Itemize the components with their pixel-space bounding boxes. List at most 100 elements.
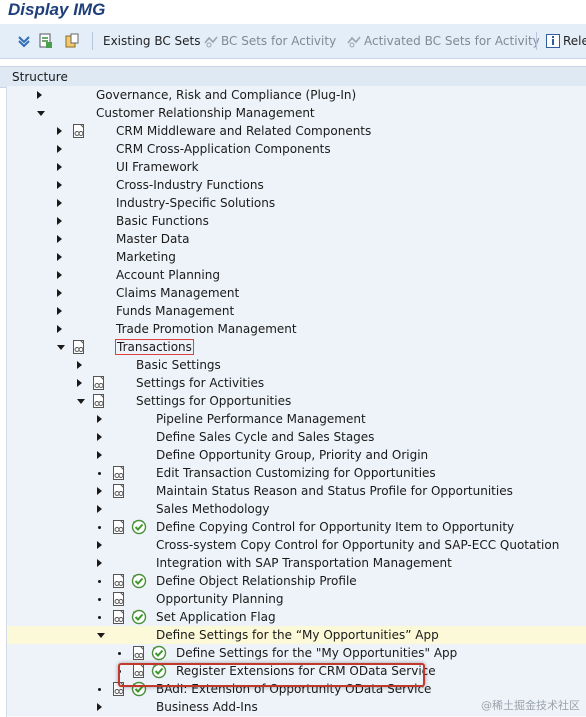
tree-node[interactable]: Marketing bbox=[7, 248, 586, 267]
tree-node[interactable]: Set Application Flag bbox=[7, 608, 586, 627]
leaf-bullet bbox=[98, 688, 101, 691]
tree-node[interactable]: Customer Relationship Management bbox=[7, 104, 586, 123]
expand-toggle[interactable] bbox=[57, 163, 62, 171]
expand-toggle[interactable] bbox=[97, 487, 102, 495]
tree-node[interactable]: Settings for Activities bbox=[7, 374, 586, 393]
tree-node[interactable]: Master Data bbox=[7, 230, 586, 249]
tree-node[interactable]: Opportunity Planning bbox=[7, 590, 586, 609]
tree-node[interactable]: Industry-Specific Solutions bbox=[7, 194, 586, 213]
expand-toggle[interactable] bbox=[97, 703, 102, 711]
leaf-bullet bbox=[98, 472, 101, 475]
tree-node[interactable]: CRM Middleware and Related Components bbox=[7, 122, 586, 141]
bc-sets-for-activity-button[interactable]: BC Sets for Activity bbox=[203, 33, 336, 49]
tree-node[interactable]: Claims Management bbox=[7, 284, 586, 303]
tree-node[interactable]: Pipeline Performance Management bbox=[7, 410, 586, 429]
tree-node[interactable]: Governance, Risk and Compliance (Plug-In… bbox=[7, 86, 586, 105]
tree-node-label: Settings for Opportunities bbox=[136, 394, 292, 408]
expand-toggle[interactable] bbox=[57, 307, 62, 315]
tree-node-label: Integration with SAP Transportation Mana… bbox=[156, 556, 452, 570]
tree-node-label: Customer Relationship Management bbox=[96, 106, 315, 120]
tree-node[interactable]: Settings for Opportunities bbox=[7, 392, 586, 411]
expand-toggle[interactable] bbox=[57, 127, 62, 135]
tree-node[interactable]: Account Planning bbox=[7, 266, 586, 285]
leaf-bullet bbox=[118, 652, 121, 655]
tree-node[interactable]: Define Settings for the "My Opportunitie… bbox=[7, 644, 586, 663]
tree-node[interactable]: Basic Settings bbox=[7, 356, 586, 375]
tree-node-label: Cross-Industry Functions bbox=[116, 178, 264, 192]
tree-node-label: Define Copying Control for Opportunity I… bbox=[156, 520, 515, 534]
collapse-toggle[interactable] bbox=[97, 633, 105, 638]
expand-toggle[interactable] bbox=[57, 199, 62, 207]
expand-toggle[interactable] bbox=[37, 91, 42, 99]
collapse-toggle[interactable] bbox=[77, 399, 85, 404]
tree-node-label: Business Add-Ins bbox=[156, 700, 258, 714]
expand-toggle[interactable] bbox=[57, 253, 62, 261]
leaf-bullet bbox=[98, 616, 101, 619]
tree-node-label: Define Opportunity Group, Priority and O… bbox=[156, 448, 429, 462]
expand-toggle[interactable] bbox=[97, 451, 102, 459]
leaf-bullet bbox=[118, 670, 121, 673]
tree-node[interactable]: Integration with SAP Transportation Mana… bbox=[7, 554, 586, 573]
tree-node-label: BAdI: Extension of Opportunity OData Ser… bbox=[156, 682, 432, 696]
tree-node[interactable]: Define Settings for the “My Opportunitie… bbox=[7, 626, 586, 645]
expand-toggle[interactable] bbox=[57, 145, 62, 153]
tree-node[interactable]: Define Object Relationship Profile bbox=[7, 572, 586, 591]
tree-node-label: CRM Cross-Application Components bbox=[116, 142, 331, 156]
expand-toggle[interactable] bbox=[57, 289, 62, 297]
expand-toggle[interactable] bbox=[57, 217, 62, 225]
find-document-icon bbox=[39, 33, 52, 48]
tree-node-label: Marketing bbox=[116, 250, 176, 264]
tree-node-label: CRM Middleware and Related Components bbox=[116, 124, 372, 138]
tree-node[interactable]: Cross-system Copy Control for Opportunit… bbox=[7, 536, 586, 555]
expand-toggle[interactable] bbox=[57, 271, 62, 279]
tree-node-label: Claims Management bbox=[116, 286, 240, 300]
tree-node-label: Basic Settings bbox=[136, 358, 221, 372]
tree-node[interactable]: Funds Management bbox=[7, 302, 586, 321]
tree-node-label: Settings for Activities bbox=[136, 376, 265, 390]
clipboard-icon bbox=[65, 33, 79, 48]
tree-node[interactable]: Define Sales Cycle and Sales Stages bbox=[7, 428, 586, 447]
tree-node[interactable]: Cross-Industry Functions bbox=[7, 176, 586, 195]
tree-node[interactable]: Maintain Status Reason and Status Profil… bbox=[7, 482, 586, 501]
tree-node[interactable]: UI Framework bbox=[7, 158, 586, 177]
expand-all-button[interactable] bbox=[16, 33, 32, 49]
tree-node[interactable]: Edit Transaction Customizing for Opportu… bbox=[7, 464, 586, 483]
expand-toggle[interactable] bbox=[97, 541, 102, 549]
clipboard-button[interactable] bbox=[64, 33, 80, 49]
expand-toggle[interactable] bbox=[97, 559, 102, 567]
tree-node[interactable]: Transactions bbox=[7, 338, 586, 357]
expand-icon bbox=[18, 36, 30, 48]
bc-set-icon bbox=[204, 36, 218, 48]
expand-toggle[interactable] bbox=[97, 505, 102, 513]
expand-toggle[interactable] bbox=[57, 235, 62, 243]
collapse-toggle[interactable] bbox=[57, 345, 65, 350]
expand-toggle[interactable] bbox=[57, 181, 62, 189]
expand-toggle[interactable] bbox=[77, 379, 82, 387]
existing-bc-sets-button[interactable]: Existing BC Sets bbox=[103, 33, 201, 49]
tree-node[interactable]: Sales Methodology bbox=[7, 500, 586, 519]
toolbar-separator-2 bbox=[536, 32, 537, 50]
tree-node-label: Maintain Status Reason and Status Profil… bbox=[156, 484, 513, 498]
tree-node[interactable]: CRM Cross-Application Components bbox=[7, 140, 586, 159]
title-bar: Display IMG bbox=[0, 0, 586, 24]
tree-node[interactable]: Define Copying Control for Opportunity I… bbox=[7, 518, 586, 537]
expand-toggle[interactable] bbox=[97, 433, 102, 441]
tree-node[interactable]: Define Opportunity Group, Priority and O… bbox=[7, 446, 586, 465]
tree-node-label: Register Extensions for CRM OData Servic… bbox=[176, 664, 436, 678]
tree-node-label: Define Settings for the “My Opportunitie… bbox=[156, 628, 439, 642]
expand-toggle[interactable] bbox=[57, 325, 62, 333]
tree-node-label: Trade Promotion Management bbox=[116, 322, 297, 336]
activated-bc-set-icon bbox=[347, 36, 361, 48]
tree-node[interactable]: Trade Promotion Management bbox=[7, 320, 586, 339]
find-button[interactable] bbox=[38, 33, 54, 49]
existing-bc-sets-label: Existing BC Sets bbox=[103, 34, 201, 48]
window-title: Display IMG bbox=[8, 0, 106, 19]
img-tree: Governance, Risk and Compliance (Plug-In… bbox=[6, 86, 586, 717]
activated-bc-sets-button[interactable]: Activated BC Sets for Activity bbox=[346, 33, 540, 49]
expand-toggle[interactable] bbox=[77, 361, 82, 369]
expand-toggle[interactable] bbox=[97, 415, 102, 423]
tree-node[interactable]: Register Extensions for CRM OData Servic… bbox=[7, 662, 586, 681]
release-notes-button[interactable]: Rele bbox=[545, 33, 586, 49]
tree-node[interactable]: Basic Functions bbox=[7, 212, 586, 231]
collapse-toggle[interactable] bbox=[37, 111, 45, 116]
